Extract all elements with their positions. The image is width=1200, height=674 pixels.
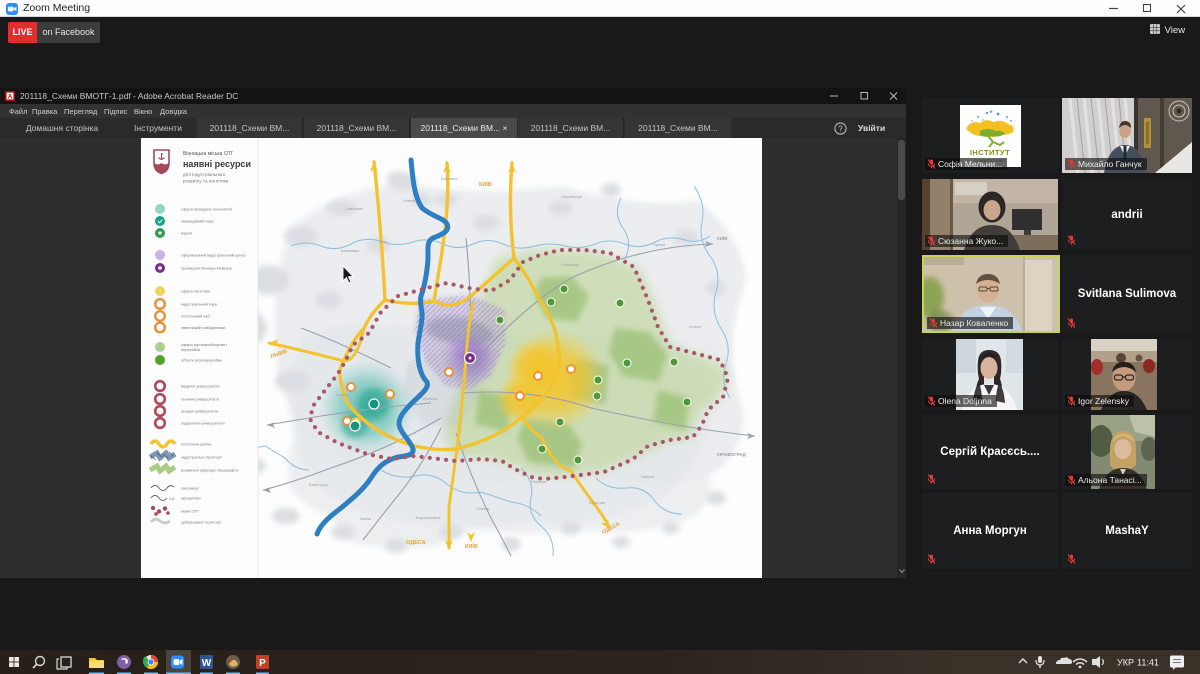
svg-text:Янів: Янів: [379, 239, 387, 244]
svg-text:КИЇВ: КИЇВ: [479, 181, 492, 188]
svg-text:інвестиційні майданчики: інвестиційні майданчики: [181, 325, 225, 330]
svg-text:межа ОТГ: межа ОТГ: [181, 509, 200, 514]
svg-text:аграрні університети: аграрні університети: [181, 409, 218, 414]
svg-text:Ворошилівка: Ворошилівка: [416, 515, 441, 520]
svg-text:P: P: [259, 658, 266, 669]
svg-text:КІРОВОГРАД: КІРОВОГРАД: [717, 452, 747, 457]
svg-text:переробки: переробки: [181, 347, 200, 352]
svg-text:УКР: УКР: [1117, 658, 1134, 668]
svg-text:Гайсин: Гайсин: [641, 474, 654, 479]
svg-text:ІНСТИТУТ: ІНСТИТУТ: [970, 148, 1010, 157]
svg-text:сфера логістики: сфера логістики: [181, 289, 210, 294]
svg-text:музей: музей: [181, 231, 192, 236]
svg-text:A: A: [8, 93, 13, 100]
svg-text:індустріальний парк: індустріальний парк: [181, 302, 217, 307]
svg-text:Погребище: Погребище: [561, 194, 583, 199]
svg-text:Шаргород: Шаргород: [309, 482, 328, 487]
svg-text:логістичний хаб: логістичний хаб: [181, 314, 210, 319]
svg-text:розвинені природні ландшафти: розвинені природні ландшафти: [181, 468, 238, 473]
svg-text:КИЇВ: КИЇВ: [465, 543, 478, 550]
svg-text:промвузол Вінниця-Немирів: промвузол Вінниця-Немирів: [181, 266, 232, 271]
svg-text:ОДЕСА: ОДЕСА: [406, 540, 426, 546]
svg-text:W: W: [202, 658, 212, 669]
svg-text:для індустріального: для індустріального: [183, 172, 226, 177]
svg-text:Брацлав: Брацлав: [589, 500, 605, 505]
svg-text:Гнівань: Гнівань: [476, 506, 490, 511]
svg-text:?: ?: [838, 124, 843, 133]
svg-text:Вінницька міська ОТГ: Вінницька міська ОТГ: [183, 151, 234, 157]
svg-text:урбанізовані території: урбанізовані території: [181, 520, 222, 525]
svg-text:Уланів: Уланів: [403, 198, 415, 203]
svg-text:педагогічні університети: педагогічні університети: [181, 421, 225, 426]
svg-text:об'єкти агропереробки: об'єкти агропереробки: [181, 358, 222, 363]
svg-text:Калинівка: Калинівка: [341, 248, 360, 253]
svg-text:розвитку та логістики: розвитку та логістики: [183, 179, 229, 184]
svg-text:Тиврів: Тиврів: [359, 516, 371, 521]
svg-text:Липовець: Липовець: [561, 262, 579, 267]
svg-text:Іллінці: Іллінці: [689, 324, 701, 329]
svg-text:сформований індустріальний цен: сформований індустріальний центр: [181, 253, 246, 258]
svg-text:11:41: 11:41: [1137, 658, 1159, 668]
svg-text:медичні університети: медичні університети: [181, 384, 219, 389]
svg-text:інноваційний парк: інноваційний парк: [181, 219, 214, 224]
svg-text:Браїлів: Браїлів: [336, 392, 350, 397]
svg-text:залізниця: залізниця: [181, 486, 199, 491]
svg-text:сфера провідних технологій: сфера провідних технологій: [181, 207, 232, 212]
svg-text:індустріальні території: індустріальні території: [181, 455, 223, 460]
svg-text:наявні ресурси: наявні ресурси: [183, 159, 251, 169]
svg-text:автошляхи: автошляхи: [181, 496, 201, 501]
svg-text:Вінниця: Вінниця: [423, 396, 438, 401]
svg-text:КИЇВ: КИЇВ: [717, 235, 728, 241]
svg-text:Хмільник: Хмільник: [346, 206, 363, 211]
svg-text:Немирів: Немирів: [531, 479, 546, 484]
svg-text:технічні університети: технічні університети: [181, 397, 219, 402]
svg-text:Вахнівка: Вахнівка: [441, 176, 458, 181]
svg-text:Оратів: Оратів: [653, 242, 665, 247]
svg-text:логістичні шляхи: логістичні шляхи: [181, 442, 211, 447]
svg-text:1:4: 1:4: [169, 497, 174, 501]
